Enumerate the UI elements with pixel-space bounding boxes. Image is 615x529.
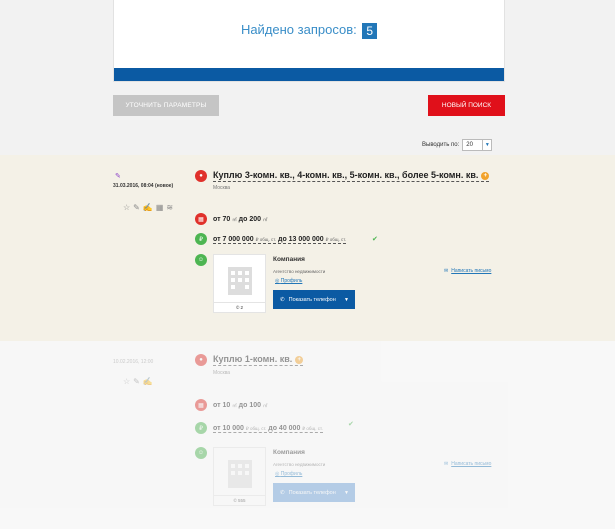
- price-to: до 40 000: [268, 425, 301, 432]
- location-pin-icon: ●: [195, 170, 207, 182]
- listing-title-text: Куплю 3-комн. кв., 4-комн. кв., 5-комн. …: [213, 170, 479, 180]
- price-unit: ₽ общ. ст.: [325, 237, 347, 242]
- refine-parameters-button[interactable]: УТОЧНИТЬ ПАРАМЕТРЫ: [113, 95, 219, 116]
- listing-date: 10.02.2016, 12:00: [113, 359, 154, 365]
- phone-icon: ✆: [280, 296, 285, 303]
- thumbnail-caption: © 2: [214, 302, 265, 312]
- building-icon[interactable]: ▦: [156, 203, 164, 212]
- price-icon: ₽: [195, 233, 207, 245]
- area-from: от 70: [213, 216, 231, 223]
- contact-person-icon: ☺: [195, 447, 207, 459]
- globe-icon: ◎: [275, 278, 280, 284]
- found-count-badge: 5: [362, 22, 378, 39]
- building-image: [214, 255, 265, 302]
- found-label: Найдено запросов:: [240, 22, 357, 37]
- listing-title[interactable]: Куплю 3-комн. кв., 4-комн. кв., 5-комн. …: [213, 170, 490, 182]
- price-to: до 13 000 000: [278, 236, 324, 243]
- plus-icon[interactable]: +: [295, 355, 304, 364]
- show-phone-button[interactable]: ✆ Показать телефон ▼: [273, 290, 355, 309]
- new-search-button[interactable]: НОВЫЙ ПОИСК: [428, 95, 505, 116]
- company-type: Агентство недвижимости: [273, 269, 326, 274]
- company-thumbnail[interactable]: © 555: [213, 447, 266, 506]
- show-phone-label: Показать телефон: [288, 296, 336, 303]
- listing-item: ✎ 31.03.2016, 08:04 (новое) ☆ ✎ ✍ ▦ ≋ ● …: [0, 155, 615, 341]
- contact-person-icon: ☺: [195, 254, 207, 266]
- write-message-link[interactable]: ✉ Написать письмо: [444, 461, 491, 467]
- profile-link-label: Профиль: [280, 278, 303, 284]
- note-icon[interactable]: ✍: [143, 377, 153, 386]
- listing-city: Москва: [213, 370, 231, 376]
- chevron-down-icon: ▼: [344, 296, 349, 303]
- profile-link-label: Профиль: [280, 471, 303, 477]
- area-unit: ㎡: [262, 217, 268, 222]
- panel-bottom-bar: [114, 68, 504, 81]
- profile-link[interactable]: ◎ Профиль: [275, 278, 302, 284]
- per-page-control: Выводить по: 20 ▼: [422, 139, 493, 151]
- star-icon[interactable]: ☆: [123, 203, 130, 212]
- price-range[interactable]: от 7 000 000 ₽ общ. ст. до 13 000 000 ₽ …: [213, 236, 347, 244]
- edit-icon[interactable]: ✎: [133, 203, 140, 212]
- pencil-icon: ✎: [115, 173, 121, 180]
- chevron-down-icon: ▼: [344, 489, 349, 496]
- star-icon[interactable]: ☆: [123, 377, 130, 386]
- thumbnail-caption: © 555: [214, 495, 265, 505]
- price-from: от 10 000: [213, 425, 244, 432]
- area-unit: ㎡: [232, 217, 237, 222]
- listing-item: 10.02.2016, 12:00 ☆ ✎ ✍ ● Куплю 1-комн. …: [0, 341, 615, 529]
- price-icon: ₽: [195, 422, 207, 434]
- phone-icon: ✆: [280, 489, 285, 496]
- write-message-label: Написать письмо: [451, 461, 492, 467]
- company-name: Компания: [273, 256, 305, 263]
- building-image: [214, 448, 265, 495]
- plus-icon[interactable]: +: [481, 171, 490, 180]
- edit-icon[interactable]: ✎: [133, 377, 140, 386]
- write-message-link[interactable]: ✉ Написать письмо: [444, 268, 491, 274]
- price-unit: ₽ общ. ст.: [255, 237, 277, 242]
- per-page-label: Выводить по:: [422, 142, 460, 148]
- area-icon: ▦: [195, 213, 207, 225]
- company-type: Агентство недвижимости: [273, 462, 326, 467]
- layers-icon[interactable]: ≋: [166, 203, 173, 212]
- found-requests: Найдено запросов: 5: [114, 22, 504, 39]
- chevron-down-icon: ▼: [482, 140, 491, 150]
- listing-title[interactable]: Куплю 1-комн. кв. +: [213, 354, 304, 366]
- search-summary-panel: Найдено запросов: 5: [113, 0, 505, 82]
- show-phone-label: Показать телефон: [288, 489, 336, 496]
- area-to: до 100: [238, 402, 262, 409]
- area-range: от 70 ㎡ до 200 ㎡: [213, 216, 267, 223]
- area-icon: ▦: [195, 399, 207, 411]
- listing-title-text: Куплю 1-комн. кв.: [213, 354, 293, 364]
- envelope-icon: ✉: [444, 268, 449, 274]
- per-page-select[interactable]: 20 ▼: [462, 139, 493, 151]
- price-from: от 7 000 000: [213, 236, 254, 243]
- area-unit: ㎡: [262, 403, 268, 408]
- price-range[interactable]: от 10 000 ₽ общ. ст. до 40 000 ₽ общ. ст…: [213, 425, 323, 433]
- listing-actions: ☆ ✎ ✍: [123, 377, 153, 386]
- listing-city: Москва: [213, 185, 231, 191]
- listing-date: 31.03.2016, 08:04 (новое): [113, 183, 174, 189]
- verified-check-icon: ✔: [372, 236, 378, 243]
- profile-link[interactable]: ◎ Профиль: [275, 471, 302, 477]
- location-pin-icon: ●: [195, 354, 207, 366]
- note-icon[interactable]: ✍: [143, 203, 153, 212]
- globe-icon: ◎: [275, 471, 280, 477]
- area-from: от 10: [213, 402, 231, 409]
- area-range: от 10 ㎡ до 100 ㎡: [213, 402, 267, 409]
- price-unit: ₽ общ. ст.: [302, 426, 323, 431]
- price-unit: ₽ общ. ст.: [245, 426, 267, 431]
- envelope-icon: ✉: [444, 461, 449, 467]
- listing-actions: ☆ ✎ ✍ ▦ ≋: [123, 203, 173, 212]
- show-phone-button[interactable]: ✆ Показать телефон ▼: [273, 483, 355, 502]
- area-unit: ㎡: [232, 403, 237, 408]
- company-name: Компания: [273, 449, 305, 456]
- company-thumbnail[interactable]: © 2: [213, 254, 266, 313]
- area-to: до 200: [238, 216, 262, 223]
- verified-check-icon: ✔: [348, 421, 354, 428]
- per-page-value: 20: [466, 142, 473, 148]
- write-message-label: Написать письмо: [451, 268, 492, 274]
